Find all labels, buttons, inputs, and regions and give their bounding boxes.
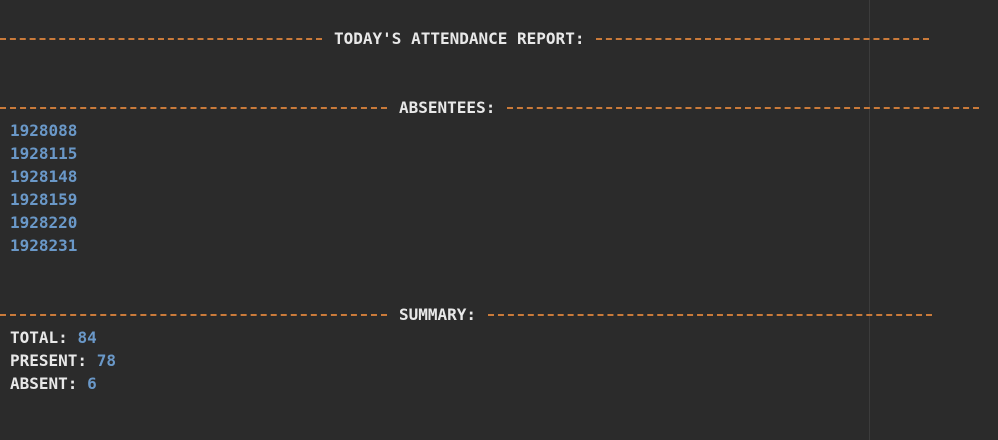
summary-title: SUMMARY: xyxy=(399,305,477,324)
summary-absent-line: ABSENT: 6 xyxy=(10,372,97,395)
report-header-title: TODAY'S ATTENDANCE REPORT: xyxy=(334,29,585,48)
total-label: TOTAL: xyxy=(10,328,68,347)
absentee-id: 1928231 xyxy=(10,236,78,255)
header-right-dashes xyxy=(596,37,930,40)
summary-total-line: TOTAL: 84 xyxy=(10,326,97,349)
absentee-id: 1928115 xyxy=(10,144,78,163)
absentee-id: 1928088 xyxy=(10,121,78,140)
total-value: 84 xyxy=(77,328,97,347)
absentee-id: 1928220 xyxy=(10,213,78,232)
summary-left-dashes xyxy=(0,313,387,316)
absentees-left-dashes xyxy=(0,106,387,109)
absentee-id: 1928159 xyxy=(10,190,78,209)
header-left-dashes xyxy=(0,37,322,40)
absentees-right-dashes xyxy=(507,106,980,109)
summary-present-line: PRESENT: 78 xyxy=(10,349,116,372)
absent-label: ABSENT: xyxy=(10,374,78,393)
present-label: PRESENT: xyxy=(10,351,88,370)
summary-banner: SUMMARY: xyxy=(0,303,933,326)
report-header-banner: TODAY'S ATTENDANCE REPORT: xyxy=(0,27,930,50)
absentees-banner: ABSENTEES: xyxy=(0,96,980,119)
summary-right-dashes xyxy=(488,313,933,316)
absentee-id: 1928148 xyxy=(10,167,78,186)
present-value: 78 xyxy=(96,351,116,370)
console-output: TODAY'S ATTENDANCE REPORT: ABSENTEES: 19… xyxy=(0,0,998,440)
editor-margin-guide xyxy=(869,0,870,440)
absent-value: 6 xyxy=(87,374,97,393)
absentees-title: ABSENTEES: xyxy=(399,98,496,117)
